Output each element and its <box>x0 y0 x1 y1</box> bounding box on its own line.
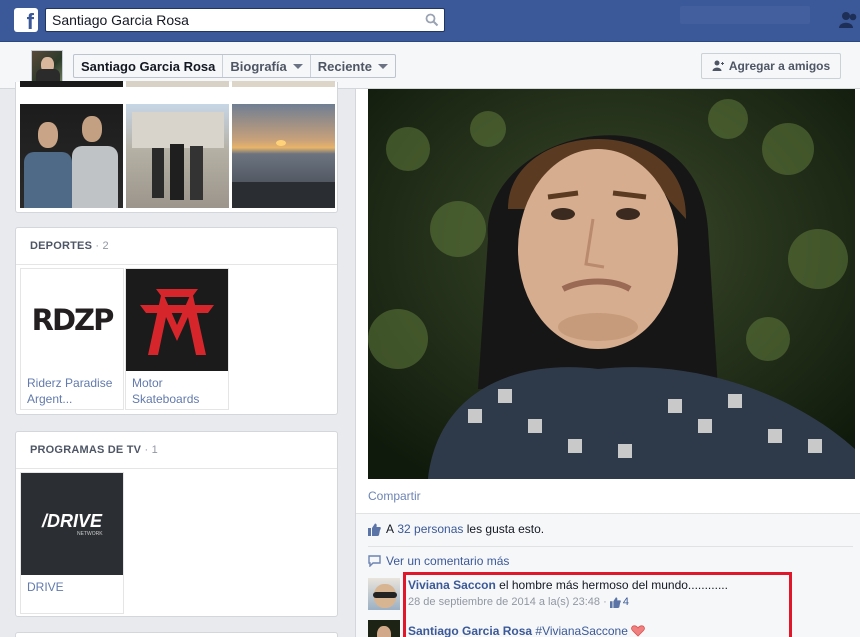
view-more-comments[interactable]: Ver un comentario más <box>368 554 509 568</box>
comment-like-count[interactable]: 4 <box>623 595 629 610</box>
photos-card <box>15 81 338 213</box>
tv-title: PROGRAMAS DE TV · 1 <box>30 444 158 456</box>
riderz-logo-text: RDZP <box>31 303 115 337</box>
drive-logo-subtext: NETWORK <box>77 531 103 537</box>
shore <box>232 182 335 208</box>
comment-meta: 28 de septiembre de 2014 a la(s) 23:48 ·… <box>408 595 848 610</box>
feedback-section: A 32 personas les gusta esto. Ver un com… <box>356 513 860 637</box>
search-box <box>45 8 445 32</box>
next-card-edge <box>15 632 338 637</box>
person-2 <box>170 144 184 200</box>
photo-thumbnail[interactable] <box>126 81 229 87</box>
building <box>132 112 224 148</box>
profile-avatar[interactable] <box>31 50 63 82</box>
recent-dropdown[interactable]: Reciente <box>311 55 395 77</box>
likes-prefix: A <box>386 522 395 536</box>
sun <box>276 140 286 146</box>
photo-post: Compartir A 32 personas les gusta esto. … <box>355 89 860 637</box>
sports-tile-motor[interactable]: Motor Skateboards <box>125 268 229 410</box>
avatar-face <box>377 626 391 637</box>
motor-logo-icon <box>140 289 214 355</box>
riderz-label[interactable]: Riderz Paradise Argent... <box>27 375 121 407</box>
share-link[interactable]: Compartir <box>368 489 421 503</box>
commenter-avatar[interactable] <box>368 578 400 610</box>
friend-one-body <box>24 152 72 208</box>
comment-bubble-icon <box>368 555 381 567</box>
tv-tile-drive[interactable]: /DRIVE NETWORK DRIVE <box>20 472 124 614</box>
sports-title: DEPORTES · 2 <box>30 240 109 252</box>
motor-skateboards-logo <box>126 269 228 371</box>
caret-down-icon <box>377 63 388 69</box>
comment-author[interactable]: Viviana Saccon <box>408 578 496 592</box>
friend-two-body <box>72 146 118 208</box>
add-friend-icon <box>712 60 724 71</box>
profile-nav: Santiago Garcia Rosa Biografía Reciente <box>73 54 396 78</box>
comment-date[interactable]: 28 de septiembre de 2014 a la(s) 23:48 <box>408 595 600 610</box>
biography-dropdown[interactable]: Biografía <box>223 55 311 77</box>
like-thumb-icon <box>609 597 621 608</box>
divider <box>16 468 337 469</box>
caret-down-icon <box>292 63 303 69</box>
friend-one-face <box>38 122 58 148</box>
tv-title-text: PROGRAMAS DE TV <box>30 444 142 456</box>
recent-label: Reciente <box>317 58 372 74</box>
motor-label[interactable]: Motor Skateboards <box>132 375 226 407</box>
search-icon[interactable] <box>425 13 439 27</box>
sports-title-text: DEPORTES <box>30 240 93 252</box>
hashtag-link[interactable]: #VivianaSaccone <box>535 624 628 637</box>
sports-card: DEPORTES · 2 RDZP Riderz Paradise Argent… <box>15 227 338 415</box>
profile-name-link[interactable]: Santiago Garcia Rosa <box>74 55 224 77</box>
photo-street-group[interactable] <box>126 104 229 208</box>
divider <box>368 546 853 547</box>
sunglasses <box>373 592 397 598</box>
comment-item: Santiago Garcia Rosa #VivianaSaccone <box>368 620 853 637</box>
likes-summary: A 32 personas les gusta esto. <box>368 522 544 536</box>
likes-people-link[interactable]: 32 personas <box>397 522 463 536</box>
drive-logo-text: /DRIVE <box>41 511 102 531</box>
like-thumb-icon <box>368 523 381 536</box>
commenter-avatar[interactable] <box>368 620 400 637</box>
friend-two-face <box>82 116 102 142</box>
meta-separator: · <box>603 596 607 608</box>
tv-card: PROGRAMAS DE TV · 1 /DRIVE NETWORK DRIVE <box>15 431 338 617</box>
drive-label[interactable]: DRIVE <box>27 579 121 595</box>
comment-body: Santiago Garcia Rosa #VivianaSaccone <box>408 624 848 637</box>
top-navigation-bar: f <box>0 0 860 42</box>
person-1 <box>152 148 164 198</box>
add-friend-button[interactable]: Agregar a amigos <box>701 53 841 79</box>
divider <box>16 264 337 265</box>
tv-count: · 1 <box>144 444 158 456</box>
comment-body: Viviana Saccon el hombre más hermoso del… <box>408 578 848 610</box>
photo-sunset[interactable] <box>232 104 335 208</box>
comment-text: el hombre más hermoso del mundo.........… <box>499 578 728 592</box>
sports-count: · 2 <box>95 240 109 252</box>
riderz-logo: RDZP <box>21 269 123 371</box>
photo-thumbnail[interactable] <box>20 81 123 87</box>
sports-tile-riderz[interactable]: RDZP Riderz Paradise Argent... <box>20 268 124 410</box>
facebook-logo-icon[interactable]: f <box>14 8 38 32</box>
person-3 <box>190 146 203 200</box>
photo-two-friends[interactable] <box>20 104 123 208</box>
heart-icon <box>631 625 646 637</box>
drive-logo: /DRIVE NETWORK <box>21 473 123 575</box>
photo-thumbnail[interactable] <box>232 81 335 87</box>
friends-icon[interactable] <box>838 11 860 29</box>
top-right-nav-blurred <box>680 6 810 24</box>
comment-author[interactable]: Santiago Garcia Rosa <box>408 624 532 637</box>
comment-item: Viviana Saccon el hombre más hermoso del… <box>368 578 853 614</box>
view-more-comments-label: Ver un comentario más <box>386 554 510 568</box>
search-input[interactable] <box>46 9 418 31</box>
post-photo[interactable] <box>368 89 855 479</box>
biography-label: Biografía <box>230 58 287 74</box>
likes-suffix: les gusta esto. <box>466 522 545 536</box>
portrait-image <box>368 89 855 479</box>
add-friend-label: Agregar a amigos <box>728 59 831 73</box>
